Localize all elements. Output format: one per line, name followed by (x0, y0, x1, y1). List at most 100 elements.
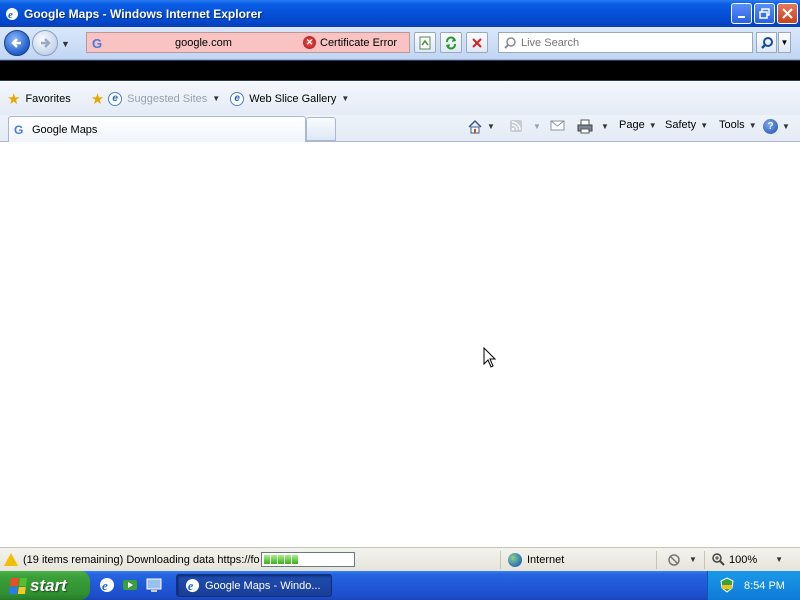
safety-menu-label: Safety (665, 119, 697, 131)
web-slice-gallery-link[interactable]: e Web Slice Gallery ▼ (230, 91, 350, 106)
popup-blocker-icon (668, 553, 680, 566)
system-tray: 8:54 PM (707, 571, 800, 600)
protected-mode-button[interactable]: ▼ (667, 553, 697, 567)
chevron-down-icon: ▼ (775, 555, 784, 564)
add-to-favorites-bar-button[interactable]: ★ (91, 90, 104, 108)
toolbar-strip (0, 60, 800, 81)
google-favicon-icon: G (14, 123, 23, 136)
certificate-error-button[interactable]: ✕ Certificate Error (303, 36, 397, 49)
clock: 8:54 PM (744, 579, 785, 592)
refresh-button[interactable] (440, 32, 462, 53)
windows-logo-icon (8, 577, 28, 594)
chevron-down-icon: ▼ (533, 121, 541, 131)
help-menu[interactable]: ? ▼ (763, 119, 790, 134)
ie-icon: e (185, 578, 200, 593)
favorites-star-icon: ★ (7, 90, 21, 108)
chevron-down-icon: ▼ (341, 94, 350, 103)
magnifier-icon (760, 36, 773, 49)
chevron-down-icon: ▼ (487, 122, 495, 131)
safety-menu[interactable]: Safety ▼ (665, 119, 708, 131)
add-favorite-icon: ★ (90, 90, 105, 108)
chevron-down-icon: ▼ (748, 120, 757, 130)
page-menu[interactable]: Page ▼ (619, 119, 657, 131)
taskbar-item-google-maps[interactable]: e Google Maps - Windo... (176, 574, 332, 597)
divider (704, 551, 705, 569)
stop-icon (472, 37, 482, 48)
minimize-button[interactable] (731, 3, 752, 24)
refresh-icon (446, 36, 456, 49)
start-label: start (30, 575, 67, 595)
search-button[interactable] (756, 32, 777, 53)
svg-text:e: e (188, 579, 194, 593)
read-mail-button[interactable] (550, 119, 565, 131)
certificate-error-label: Certificate Error (320, 36, 398, 49)
search-icon (504, 36, 516, 49)
taskbar-item-label: Google Maps - Windo... (205, 579, 321, 592)
progress-segment (292, 555, 298, 564)
recent-pages-dropdown[interactable]: ▼ (61, 39, 70, 49)
chevron-down-icon: ▼ (689, 555, 697, 564)
zoom-icon (712, 553, 725, 566)
back-button[interactable] (4, 30, 30, 56)
search-options-dropdown[interactable]: ▼ (778, 32, 791, 53)
minimize-icon (737, 15, 745, 18)
progress-segment (264, 555, 270, 564)
compatibility-view-button[interactable] (414, 32, 436, 53)
tab-google-maps[interactable]: G Google Maps (8, 116, 306, 142)
tab-row: G Google Maps ▼ ▼ ▼ Page ▼ Safety ▼ Tool… (0, 115, 800, 142)
chevron-down-icon: ▼ (648, 120, 657, 130)
quicklaunch-ie-icon[interactable]: e (99, 577, 115, 593)
feeds-button[interactable]: ▼ (509, 119, 541, 133)
restore-icon (759, 8, 770, 19)
back-arrow-icon (11, 38, 21, 48)
tools-menu[interactable]: Tools ▼ (719, 119, 757, 131)
ie-icon: e (5, 7, 19, 21)
zoom-control[interactable]: 100% ▼ (712, 553, 783, 566)
compatibility-icon (419, 36, 431, 49)
svg-text:e: e (8, 9, 13, 21)
favorites-label: Favorites (25, 92, 71, 105)
progress-segment (271, 555, 277, 564)
restore-button[interactable] (754, 3, 775, 24)
search-input[interactable] (521, 36, 741, 49)
page-content[interactable] (0, 142, 800, 547)
close-icon (782, 8, 793, 19)
web-slice-gallery-label: Web Slice Gallery (249, 92, 337, 105)
address-field[interactable]: G google.com ✕ Certificate Error (86, 32, 410, 53)
status-text: (19 items remaining) Downloading data ht… (23, 553, 260, 566)
url-text[interactable]: google.com (175, 37, 232, 49)
forward-button[interactable] (32, 30, 58, 56)
security-shield-icon[interactable] (719, 577, 735, 593)
start-button[interactable]: start (0, 571, 90, 600)
chevron-down-icon: ▼ (782, 122, 790, 131)
new-tab-button[interactable] (306, 117, 336, 141)
chevron-down-icon: ▼ (601, 122, 609, 131)
quicklaunch-media-icon[interactable] (122, 577, 138, 593)
chevron-down-icon: ▼ (700, 120, 709, 130)
ie-page-icon: e (230, 91, 245, 106)
status-bar: (19 items remaining) Downloading data ht… (0, 547, 800, 571)
warning-icon (4, 553, 18, 566)
page-menu-label: Page (619, 119, 645, 131)
security-zone[interactable]: Internet (508, 552, 565, 567)
svg-text:e: e (102, 578, 108, 593)
zone-label: Internet (527, 553, 565, 566)
search-box[interactable] (498, 32, 753, 53)
print-button[interactable]: ▼ (577, 119, 609, 134)
tools-menu-label: Tools (719, 119, 745, 131)
favorites-button[interactable]: ★ Favorites (7, 90, 71, 108)
suggested-sites-link[interactable]: e Suggested Sites ▼ (108, 91, 220, 106)
svg-text:G: G (92, 36, 102, 50)
svg-text:G: G (14, 123, 23, 136)
printer-icon (577, 119, 593, 134)
window-title: Google Maps - Windows Internet Explorer (24, 6, 262, 21)
forward-arrow-icon (41, 38, 51, 48)
divider (500, 551, 501, 569)
stop-button[interactable] (466, 32, 488, 53)
address-toolbar: ▼ G google.com ✕ Certificate Error ▼ (0, 27, 800, 60)
google-favicon-icon: G (91, 36, 105, 51)
close-button[interactable] (777, 3, 798, 24)
home-button[interactable]: ▼ (467, 119, 495, 134)
show-desktop-icon[interactable] (146, 577, 162, 593)
suggested-sites-label: Suggested Sites (127, 92, 208, 105)
